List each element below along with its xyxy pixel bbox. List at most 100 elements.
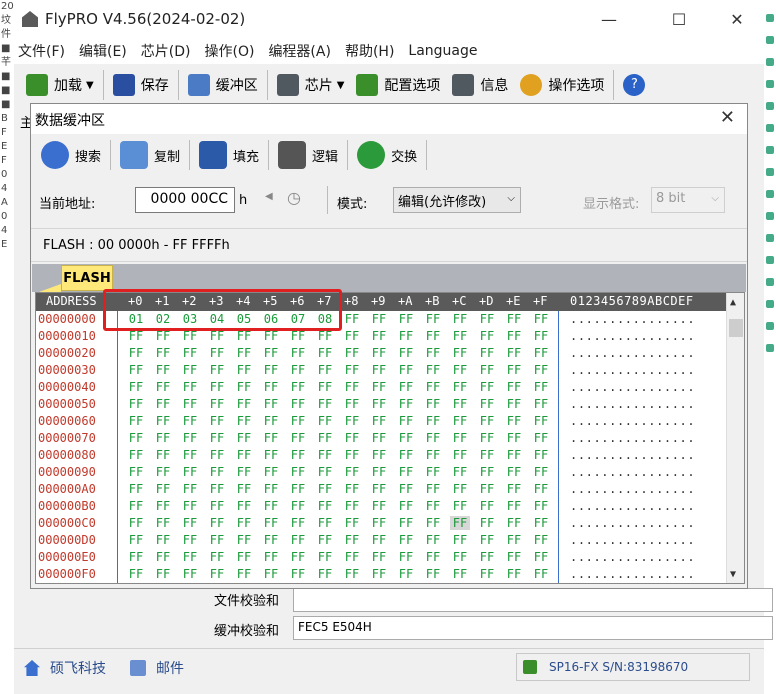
hex-byte[interactable]: FF [531,550,551,564]
hex-byte[interactable]: FF [153,397,173,411]
hex-byte[interactable]: FF [234,380,254,394]
hex-byte[interactable]: FF [180,397,200,411]
hex-byte[interactable]: FF [288,346,308,360]
hex-byte[interactable]: FF [531,465,551,479]
hex-byte[interactable]: FF [450,533,470,547]
hex-byte[interactable]: FF [234,550,254,564]
hex-byte[interactable]: FF [450,346,470,360]
hex-byte[interactable]: FF [261,397,281,411]
hex-byte[interactable]: FF [261,499,281,513]
hex-byte[interactable]: FF [153,346,173,360]
hex-byte[interactable]: FF [180,346,200,360]
hex-byte[interactable]: FF [180,431,200,445]
hex-byte[interactable]: FF [531,516,551,530]
hex-byte[interactable]: FF [288,448,308,462]
hex-byte[interactable]: FF [180,550,200,564]
hex-byte[interactable]: FF [288,363,308,377]
logic-button[interactable]: 逻辑 [272,137,344,173]
hex-byte[interactable]: FF [504,448,524,462]
hex-byte[interactable]: FF [531,567,551,581]
hex-byte[interactable]: FF [423,397,443,411]
hex-byte[interactable]: FF [342,312,362,326]
hex-byte[interactable]: FF [261,550,281,564]
menu-edit[interactable]: 编辑(E) [79,41,127,61]
hex-byte[interactable]: FF [153,533,173,547]
hex-byte[interactable]: FF [207,482,227,496]
mail-link[interactable]: 邮件 [130,658,184,678]
hex-byte[interactable]: FF [477,431,497,445]
hex-byte[interactable]: FF [450,431,470,445]
hex-byte[interactable]: FF [288,499,308,513]
hex-byte[interactable]: FF [477,533,497,547]
hex-byte[interactable]: FF [342,465,362,479]
hex-byte[interactable]: FF [396,567,416,581]
hex-byte[interactable]: FF [504,465,524,479]
hex-byte[interactable]: FF [531,499,551,513]
hex-byte[interactable]: FF [450,482,470,496]
hex-byte[interactable]: FF [450,329,470,343]
hex-byte[interactable]: FF [342,448,362,462]
hex-byte[interactable]: FF [288,380,308,394]
row-chars[interactable]: ................ [570,363,695,377]
hex-byte[interactable]: FF [126,346,146,360]
hex-byte[interactable]: FF [315,499,335,513]
hex-byte[interactable]: FF [288,329,308,343]
hex-byte[interactable]: FF [369,567,389,581]
hex-byte[interactable]: FF [531,346,551,360]
hex-byte[interactable]: FF [477,312,497,326]
hex-byte[interactable]: FF [504,516,524,530]
row-chars[interactable]: ................ [570,414,695,428]
hex-byte[interactable]: FF [342,533,362,547]
hex-byte[interactable]: FF [504,533,524,547]
hex-byte[interactable]: FF [234,346,254,360]
hex-byte[interactable]: FF [180,567,200,581]
hex-byte[interactable]: FF [342,567,362,581]
hex-byte[interactable]: FF [423,431,443,445]
hex-byte[interactable]: FF [261,380,281,394]
tab-flash[interactable]: FLASH [61,265,113,291]
row-chars[interactable]: ................ [570,448,695,462]
scroll-down-icon[interactable]: ▼ [730,569,736,580]
hex-byte[interactable]: FF [234,448,254,462]
hex-byte[interactable]: FF [369,499,389,513]
hex-byte[interactable]: FF [396,482,416,496]
hex-byte[interactable]: FF [153,567,173,581]
hex-editor[interactable]: ADDRESS 0123456789ABCDEF +0 +1 +2 +3 +4 +5 +6 +… [35,292,745,584]
row-chars[interactable]: ................ [570,499,695,513]
hex-byte[interactable]: FF [261,533,281,547]
hex-byte[interactable]: FF [504,482,524,496]
close-button[interactable]: ✕ [714,6,760,32]
hex-byte[interactable]: FF [288,533,308,547]
hex-byte[interactable]: FF [450,312,470,326]
hex-byte[interactable]: FF [477,550,497,564]
hex-byte[interactable]: FF [504,414,524,428]
hex-byte[interactable]: FF [288,567,308,581]
copy-button[interactable]: 复制 [114,137,186,173]
hex-byte[interactable]: FF [126,448,146,462]
hex-byte[interactable]: FF [504,380,524,394]
row-chars[interactable]: ................ [570,465,695,479]
row-chars[interactable]: ................ [570,550,695,564]
hex-byte[interactable]: FF [423,380,443,394]
hex-byte[interactable]: FF [423,567,443,581]
hex-byte[interactable]: FF [342,550,362,564]
hex-byte[interactable]: FF [396,363,416,377]
hex-byte[interactable]: FF [450,516,470,530]
search-button[interactable]: 搜索 [35,137,107,173]
hex-byte[interactable]: FF [477,482,497,496]
hex-byte[interactable]: FF [153,448,173,462]
hex-byte[interactable]: FF [315,465,335,479]
row-chars[interactable]: ................ [570,431,695,445]
hex-byte[interactable]: FF [207,499,227,513]
hex-byte[interactable]: FF [423,448,443,462]
hex-byte[interactable]: FF [126,397,146,411]
hex-byte[interactable]: FF [234,567,254,581]
hex-byte[interactable]: FF [396,346,416,360]
hex-byte[interactable]: FF [531,533,551,547]
hex-byte[interactable]: FF [180,465,200,479]
menu-language[interactable]: Language [408,43,477,59]
hex-byte[interactable]: FF [261,465,281,479]
hex-byte[interactable]: FF [315,448,335,462]
hex-byte[interactable]: FF [450,499,470,513]
hex-byte[interactable]: FF [261,329,281,343]
